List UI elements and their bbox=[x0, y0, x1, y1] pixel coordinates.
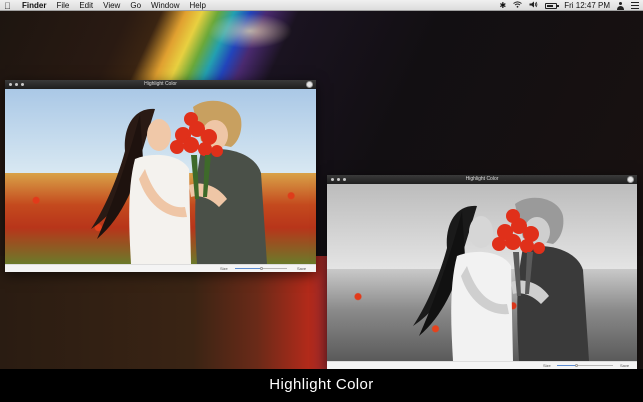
menu-bar:  Finder File Edit View Go Window Help ✱… bbox=[0, 0, 643, 11]
window-footer: Size Save bbox=[327, 361, 637, 369]
menu-go[interactable]: Go bbox=[130, 1, 141, 11]
slider-knob[interactable] bbox=[259, 266, 263, 270]
window-footer: Size Save bbox=[5, 264, 316, 272]
user-icon[interactable] bbox=[617, 1, 624, 10]
volume-icon[interactable] bbox=[529, 1, 538, 11]
window-titlebar[interactable]: Highlight Color bbox=[327, 175, 637, 184]
save-button[interactable]: Save bbox=[297, 265, 306, 272]
window-action-button[interactable] bbox=[627, 176, 634, 183]
window-title: Highlight Color bbox=[465, 176, 499, 182]
menu-help[interactable]: Help bbox=[189, 1, 205, 11]
wifi-icon[interactable] bbox=[513, 0, 522, 11]
menu-file[interactable]: File bbox=[56, 1, 69, 11]
menu-clock[interactable]: Fri 12:47 PM bbox=[564, 1, 610, 11]
notification-list-icon[interactable] bbox=[631, 2, 639, 9]
app-store-screenshot:  Finder File Edit View Go Window Help ✱… bbox=[0, 0, 643, 402]
size-label: Size bbox=[543, 363, 551, 368]
menu-view[interactable]: View bbox=[103, 1, 120, 11]
caption: Highlight Color bbox=[0, 369, 643, 402]
battery-icon[interactable] bbox=[545, 2, 560, 9]
menu-app-name[interactable]: Finder bbox=[22, 1, 46, 11]
apple-menu-icon[interactable]:  bbox=[4, 1, 12, 11]
window-highlighted: Highlight Color Size Save bbox=[327, 175, 637, 369]
couple-figure bbox=[91, 100, 267, 264]
photo-highlighted bbox=[327, 184, 637, 361]
slider-fill bbox=[557, 365, 577, 366]
window-original: Highlight Color Size Save bbox=[5, 80, 316, 272]
menu-window[interactable]: Window bbox=[151, 1, 179, 11]
menu-edit[interactable]: Edit bbox=[79, 1, 93, 11]
size-label: Size bbox=[220, 266, 228, 271]
slider-knob[interactable] bbox=[575, 363, 579, 367]
window-title: Highlight Color bbox=[144, 81, 177, 87]
save-button[interactable]: Save bbox=[620, 362, 629, 369]
photo-color bbox=[5, 89, 316, 264]
window-action-button[interactable] bbox=[306, 81, 313, 88]
slider-fill bbox=[235, 268, 261, 269]
couple-figure bbox=[413, 197, 589, 361]
size-slider[interactable] bbox=[235, 266, 287, 270]
window-titlebar[interactable]: Highlight Color bbox=[5, 80, 316, 89]
size-slider[interactable] bbox=[557, 363, 613, 367]
bluetooth-icon[interactable]: ✱ bbox=[500, 1, 507, 11]
